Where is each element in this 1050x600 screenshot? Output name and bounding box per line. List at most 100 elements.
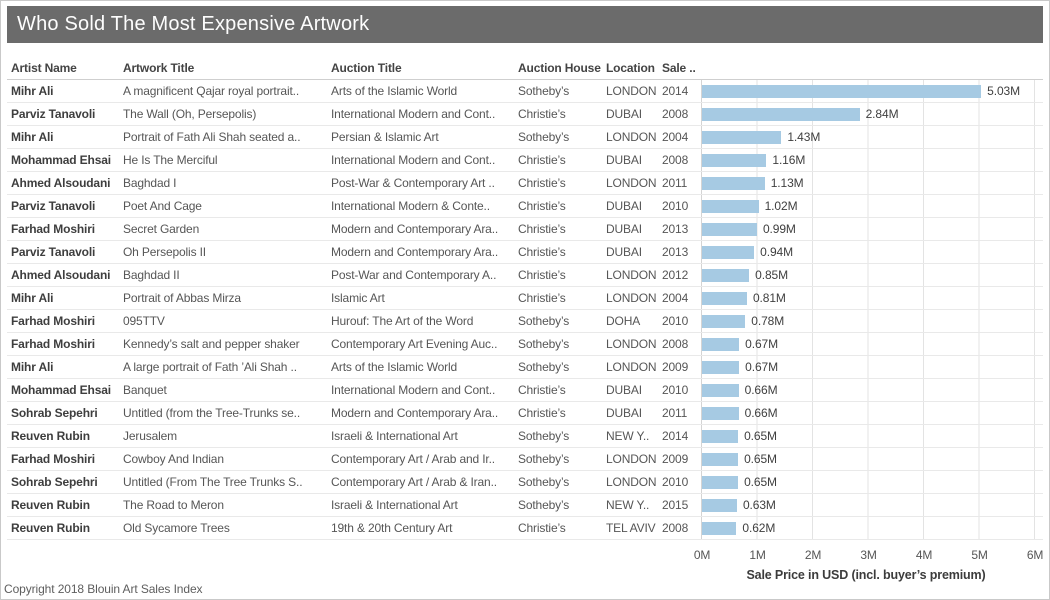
location-cell: DUBAI	[606, 103, 662, 125]
artist-name-cell: Farhad Moshiri	[11, 333, 123, 355]
column-header-location[interactable]: Location	[606, 57, 662, 79]
table-row[interactable]: Reuven Rubin Jerusalem Israeli & Interna…	[7, 425, 1043, 448]
auction-house-cell: Sotheby’s	[518, 448, 606, 470]
auction-title-cell: Arts of the Islamic World	[331, 80, 518, 102]
table-row[interactable]: Mihr Ali A large portrait of Fath ’Ali S…	[7, 356, 1043, 379]
sale-price-bar[interactable]	[702, 246, 754, 259]
sale-price-bar[interactable]	[702, 154, 766, 167]
x-axis-tick: 2M	[805, 544, 821, 566]
artist-name-cell: Mihr Ali	[11, 126, 123, 148]
table-row[interactable]: Ahmed Alsoudani Baghdad II Post-War and …	[7, 264, 1043, 287]
copyright-note: Copyright 2018 Blouin Art Sales Index	[4, 582, 202, 596]
sale-price-bar[interactable]	[702, 131, 781, 144]
table-row[interactable]: Sohrab Sepehri Untitled (from the Tree-T…	[7, 402, 1043, 425]
bar-cell: 0.62M	[701, 517, 1035, 539]
sale-year-cell: 2009	[662, 356, 701, 378]
sale-year-cell: 2013	[662, 218, 701, 240]
column-header-auction-house[interactable]: Auction House	[518, 57, 606, 79]
sale-year-cell: 2008	[662, 517, 701, 539]
sale-price-bar[interactable]	[702, 292, 747, 305]
bar-value-label: 0.66M	[745, 402, 778, 424]
location-cell: LONDON	[606, 80, 662, 102]
x-axis: 0M1M2M3M4M5M6M	[701, 540, 1035, 564]
sale-price-bar[interactable]	[702, 407, 739, 420]
auction-title-cell: Israeli & International Art	[331, 494, 518, 516]
table-row[interactable]: Mohammad Ehsai He Is The Merciful Intern…	[7, 149, 1043, 172]
table-row[interactable]: Parviz Tanavoli The Wall (Oh, Persepolis…	[7, 103, 1043, 126]
sale-price-bar[interactable]	[702, 453, 738, 466]
location-cell: DUBAI	[606, 379, 662, 401]
auction-house-cell: Christie’s	[518, 241, 606, 263]
auction-house-cell: Christie’s	[518, 149, 606, 171]
location-cell: LONDON	[606, 172, 662, 194]
viz-table-and-bars: Artist Name Artwork Title Auction Title …	[7, 57, 1043, 588]
table-row[interactable]: Farhad Moshiri 095TTV Hurouf: The Art of…	[7, 310, 1043, 333]
table-row[interactable]: Farhad Moshiri Cowboy And Indian Contemp…	[7, 448, 1043, 471]
artist-name-cell: Farhad Moshiri	[11, 448, 123, 470]
bar-cell: 0.65M	[701, 448, 1035, 470]
bar-cell: 1.43M	[701, 126, 1035, 148]
sale-price-bar[interactable]	[702, 200, 759, 213]
location-cell: LONDON	[606, 126, 662, 148]
table-row[interactable]: Farhad Moshiri Kennedy’s salt and pepper…	[7, 333, 1043, 356]
dashboard-frame: Who Sold The Most Expensive Artwork Arti…	[0, 0, 1050, 600]
bar-value-label: 0.67M	[745, 356, 778, 378]
bar-value-label: 1.43M	[787, 126, 820, 148]
sale-price-bar[interactable]	[702, 269, 749, 282]
sale-price-bar[interactable]	[702, 430, 738, 443]
bar-cell: 1.13M	[701, 172, 1035, 194]
auction-house-cell: Sotheby’s	[518, 310, 606, 332]
bar-value-label: 1.16M	[772, 149, 805, 171]
sale-price-bar[interactable]	[702, 177, 765, 190]
location-cell: LONDON	[606, 333, 662, 355]
location-cell: DUBAI	[606, 218, 662, 240]
location-cell: LONDON	[606, 264, 662, 286]
artist-name-cell: Parviz Tanavoli	[11, 103, 123, 125]
bar-value-label: 0.78M	[751, 310, 784, 332]
sale-price-bar[interactable]	[702, 522, 736, 535]
auction-house-cell: Sotheby’s	[518, 471, 606, 493]
artwork-title-cell: Cowboy And Indian	[123, 448, 331, 470]
table-row[interactable]: Mihr Ali Portrait of Fath Ali Shah seate…	[7, 126, 1043, 149]
sale-price-bar[interactable]	[702, 223, 757, 236]
page-title: Who Sold The Most Expensive Artwork	[17, 13, 369, 36]
table-row[interactable]: Reuven Rubin Old Sycamore Trees 19th & 2…	[7, 517, 1043, 540]
table-row[interactable]: Mohammad Ehsai Banquet International Mod…	[7, 379, 1043, 402]
sale-price-bar[interactable]	[702, 499, 737, 512]
table-row[interactable]: Ahmed Alsoudani Baghdad I Post-War & Con…	[7, 172, 1043, 195]
column-header-sale-year[interactable]: Sale ..	[662, 57, 701, 79]
artist-name-cell: Parviz Tanavoli	[11, 195, 123, 217]
column-header-auction-title[interactable]: Auction Title	[331, 57, 518, 79]
artwork-title-cell: Portrait of Fath Ali Shah seated a..	[123, 126, 331, 148]
sale-price-bar[interactable]	[702, 315, 745, 328]
location-cell: LONDON	[606, 448, 662, 470]
sale-price-bar[interactable]	[702, 361, 739, 374]
column-header-artist-name[interactable]: Artist Name	[11, 57, 123, 79]
table-row[interactable]: Farhad Moshiri Secret Garden Modern and …	[7, 218, 1043, 241]
artwork-title-cell: Oh Persepolis II	[123, 241, 331, 263]
table-row[interactable]: Mihr Ali A magnificent Qajar royal portr…	[7, 80, 1043, 103]
auction-house-cell: Christie’s	[518, 402, 606, 424]
artwork-title-cell: Old Sycamore Trees	[123, 517, 331, 539]
table-row[interactable]: Parviz Tanavoli Oh Persepolis II Modern …	[7, 241, 1043, 264]
bar-value-label: 0.85M	[755, 264, 788, 286]
bar-cell: 0.94M	[701, 241, 1035, 263]
table-row[interactable]: Parviz Tanavoli Poet And Cage Internatio…	[7, 195, 1043, 218]
column-header-artwork-title[interactable]: Artwork Title	[123, 57, 331, 79]
sale-price-bar[interactable]	[702, 384, 739, 397]
x-axis-tick: 4M	[916, 544, 932, 566]
x-axis-spacer	[11, 540, 701, 562]
bar-cell: 0.63M	[701, 494, 1035, 516]
bar-cell: 0.66M	[701, 379, 1035, 401]
sale-price-bar[interactable]	[702, 338, 739, 351]
sale-price-bar[interactable]	[702, 476, 738, 489]
sale-year-cell: 2014	[662, 80, 701, 102]
table-row[interactable]: Reuven Rubin The Road to Meron Israeli &…	[7, 494, 1043, 517]
auction-house-cell: Sotheby’s	[518, 126, 606, 148]
sale-price-bar[interactable]	[702, 85, 981, 98]
table-row[interactable]: Mihr Ali Portrait of Abbas Mirza Islamic…	[7, 287, 1043, 310]
bar-cell: 0.85M	[701, 264, 1035, 286]
table-row[interactable]: Sohrab Sepehri Untitled (From The Tree T…	[7, 471, 1043, 494]
sale-price-bar[interactable]	[702, 108, 860, 121]
sale-year-cell: 2010	[662, 195, 701, 217]
